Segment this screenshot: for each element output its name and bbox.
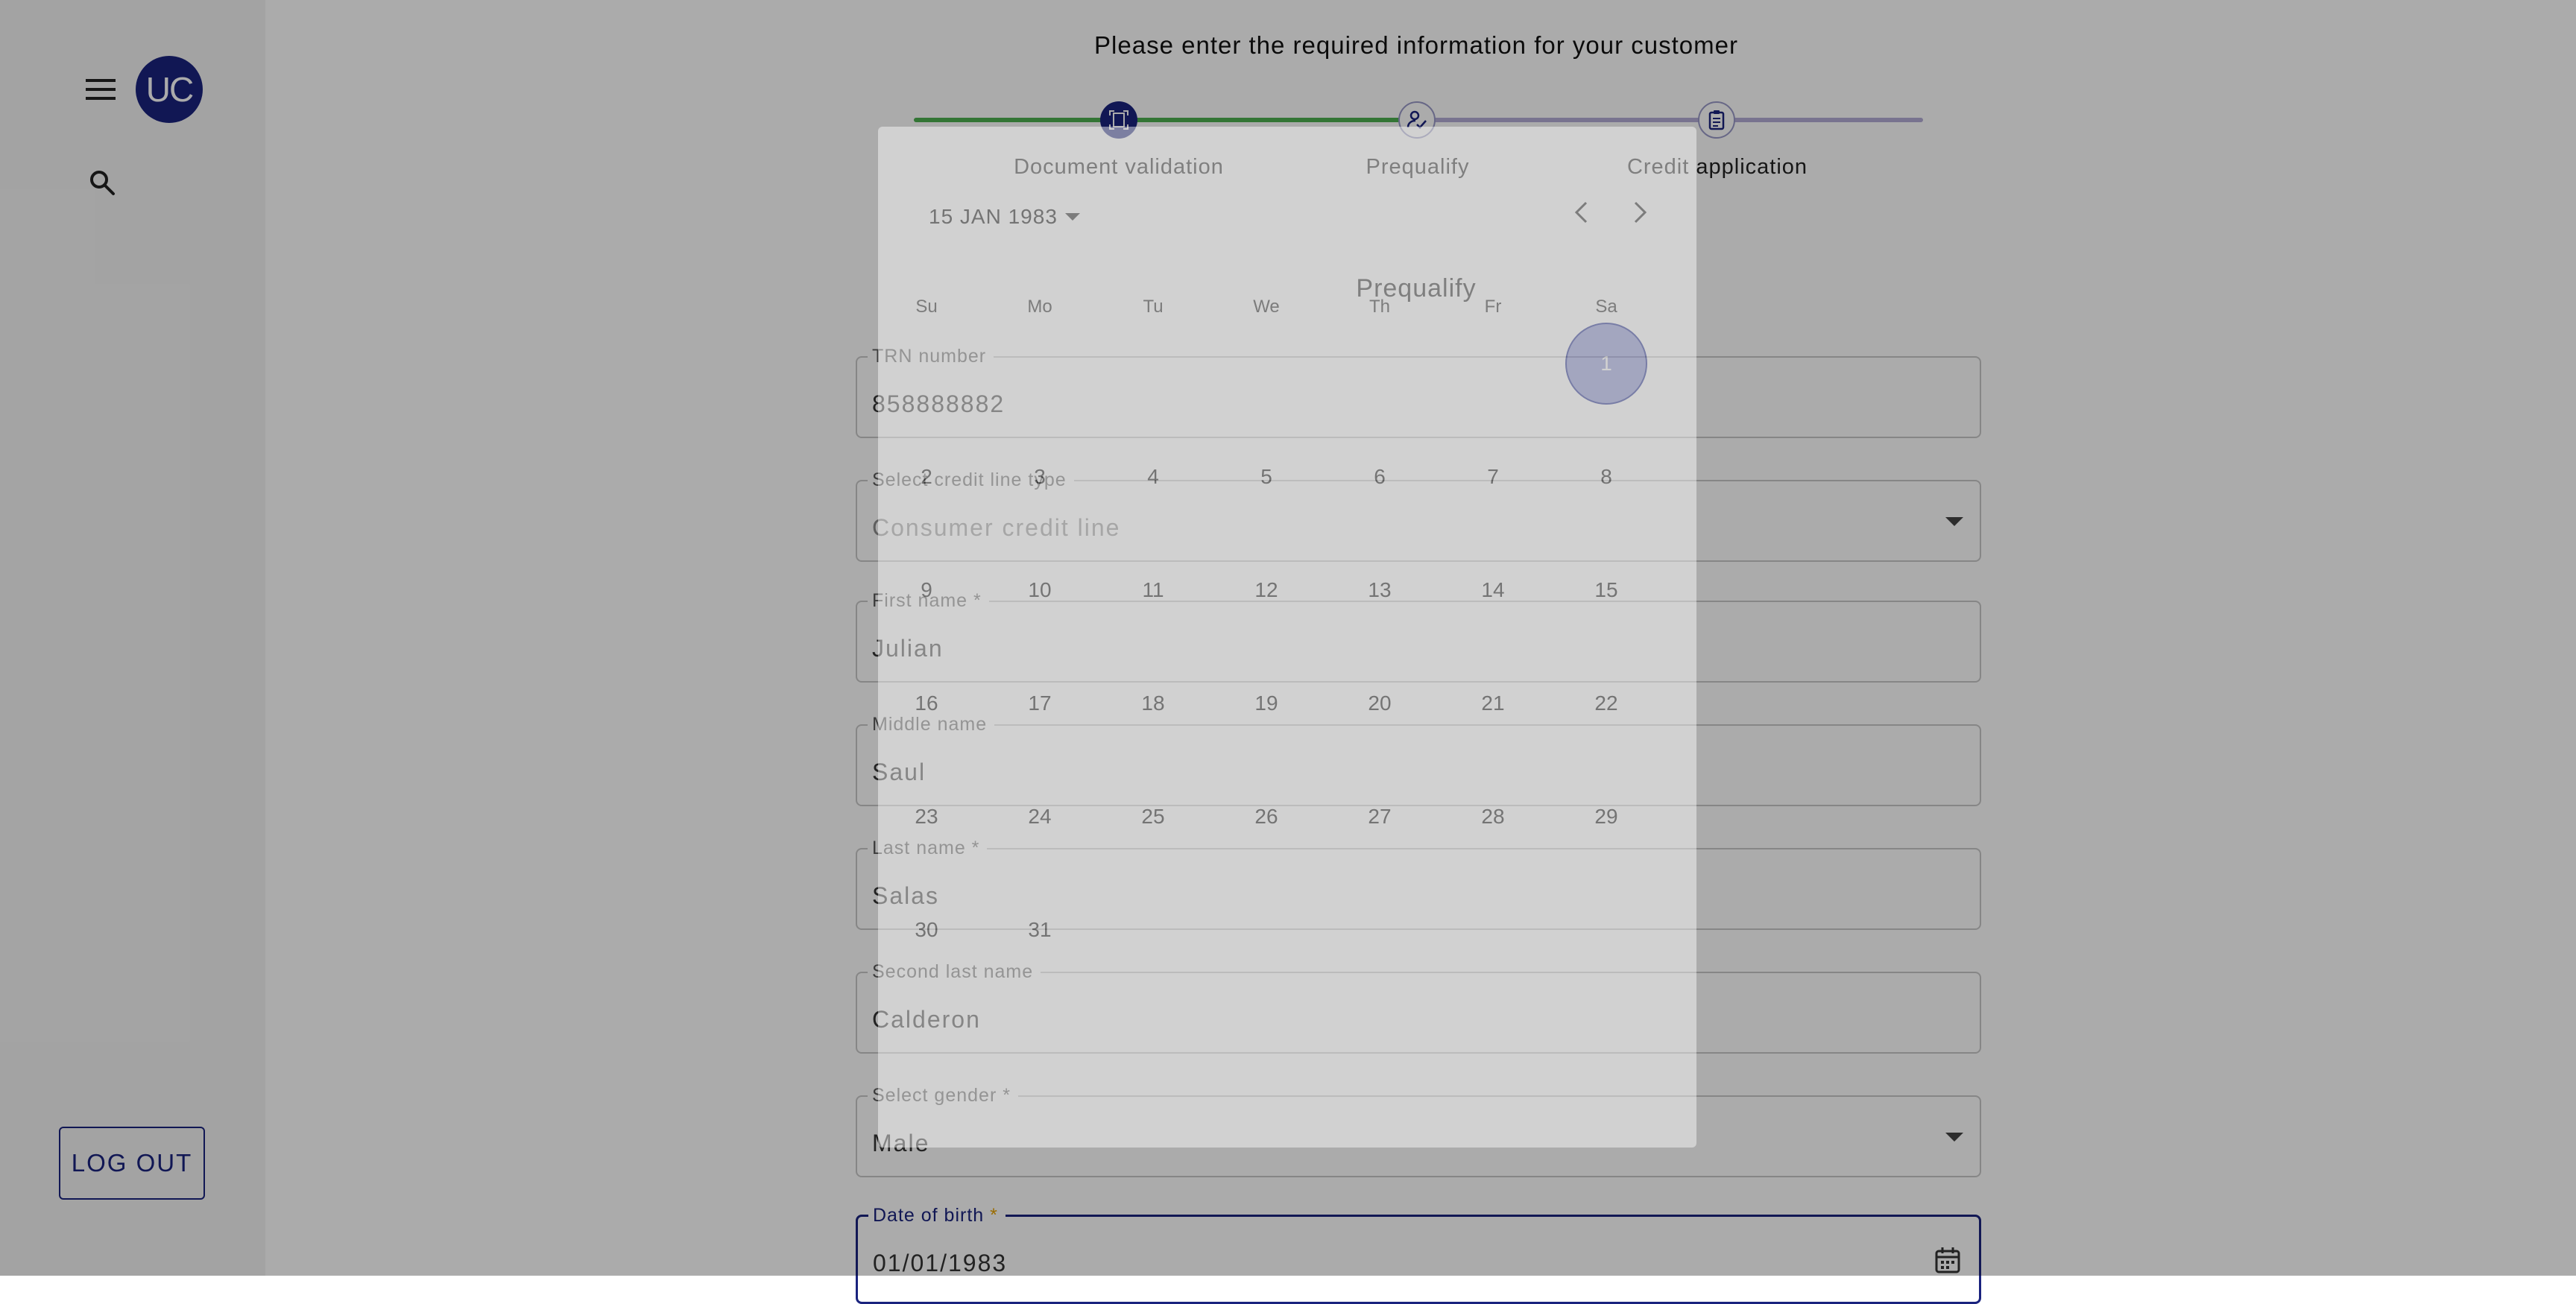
day-cell[interactable]: 3	[999, 436, 1081, 518]
day-cell[interactable]: 14	[1452, 549, 1534, 631]
current-date-label: 15 JAN 1983	[929, 205, 1058, 228]
next-month-button[interactable]	[1622, 194, 1659, 231]
day-cell[interactable]: 28	[1452, 776, 1534, 858]
day-cell[interactable]: 16	[886, 662, 967, 744]
month-year-selector[interactable]: 15 JAN 1983	[929, 205, 1080, 229]
day-cell[interactable]: 10	[999, 549, 1081, 631]
day-cell[interactable]: 13	[1339, 549, 1421, 631]
day-cell[interactable]: 9	[886, 549, 967, 631]
day-cell[interactable]: 15	[1565, 549, 1647, 631]
day-cell[interactable]: 17	[999, 662, 1081, 744]
day-cell[interactable]: 23	[886, 776, 967, 858]
day-cell[interactable]: 12	[1225, 549, 1307, 631]
weekday-label: Mo	[1027, 297, 1052, 317]
previous-month-button[interactable]	[1562, 194, 1600, 231]
day-cell-selected[interactable]: 1	[1565, 323, 1647, 405]
day-cell[interactable]: 20	[1339, 662, 1421, 744]
day-cell[interactable]: 25	[1112, 776, 1194, 858]
chevron-down-icon	[1064, 213, 1080, 221]
weekday-label: Sa	[1595, 297, 1617, 317]
day-cell[interactable]: 5	[1225, 436, 1307, 518]
day-cell[interactable]: 18	[1112, 662, 1194, 744]
weekday-label: Su	[915, 297, 938, 317]
day-cell[interactable]: 24	[999, 776, 1081, 858]
day-cell[interactable]: 30	[886, 889, 967, 971]
weekday-label: Fr	[1484, 297, 1502, 317]
weekday-label: Tu	[1143, 297, 1164, 317]
chevron-right-icon	[1634, 201, 1647, 224]
weekday-label: We	[1253, 297, 1280, 317]
day-cell[interactable]: 19	[1225, 662, 1307, 744]
date-picker: 15 JAN 1983 Su Mo Tu We Th Fr Sa 1 2 3 4 5 6 7 8 9 10 11…	[878, 127, 1696, 1148]
day-cell[interactable]: 6	[1339, 436, 1421, 518]
weekday-label: Th	[1368, 297, 1390, 317]
day-cell[interactable]: 11	[1112, 549, 1194, 631]
day-cell[interactable]: 29	[1565, 776, 1647, 858]
day-cell[interactable]: 26	[1225, 776, 1307, 858]
day-cell[interactable]: 22	[1565, 662, 1647, 744]
day-cell[interactable]: 21	[1452, 662, 1534, 744]
day-cell[interactable]: 27	[1339, 776, 1421, 858]
day-cell[interactable]: 4	[1112, 436, 1194, 518]
day-cell[interactable]: 7	[1452, 436, 1534, 518]
chevron-left-icon	[1574, 201, 1588, 224]
day-cell[interactable]: 31	[999, 889, 1081, 971]
day-cell[interactable]: 8	[1565, 436, 1647, 518]
day-cell[interactable]: 2	[886, 436, 967, 518]
